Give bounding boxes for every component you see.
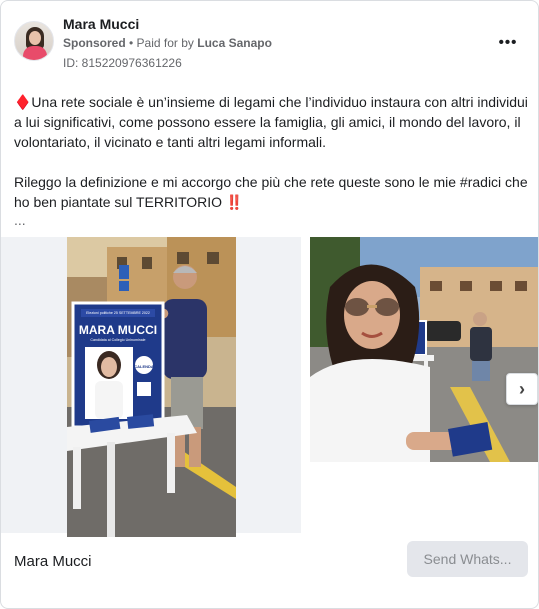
selfie-photo-illustration: [310, 237, 538, 462]
page-name[interactable]: Mara Mucci: [63, 16, 139, 32]
poster-photo-illustration: MARA MUCCI Elezioni politiche 25 SETTEMB…: [67, 237, 236, 537]
post-text: ♦️Una rete sociale è un’insieme di legam…: [14, 92, 530, 232]
carousel-photo-1[interactable]: MARA MUCCI Elezioni politiche 25 SETTEMB…: [67, 237, 236, 537]
send-whatsapp-button[interactable]: Send Whats...: [407, 541, 528, 577]
avatar-body: [23, 46, 47, 60]
poster-date-line: Elezioni politiche 25 SETTEMBRE 2022: [86, 311, 150, 315]
post-paragraph-1: ♦️Una rete sociale è un’insieme di legam…: [14, 94, 528, 150]
carousel-next-button[interactable]: ›: [506, 373, 538, 405]
payer-name: Luca Sanapo: [197, 36, 272, 50]
footer-page-name[interactable]: Mara Mucci: [14, 553, 92, 570]
more-options-button[interactable]: •••: [495, 29, 521, 55]
poster-candidate-name: MARA MUCCI: [79, 323, 157, 337]
carousel-photo-2[interactable]: [310, 237, 538, 462]
ad-id: ID: 815220976361226: [63, 56, 182, 70]
page-avatar[interactable]: [14, 21, 54, 61]
sponsored-line: Sponsored • Paid for by Luca Sanapo: [63, 36, 272, 50]
post-paragraph-2: Rileggo la definizione e mi accorgo che …: [14, 174, 528, 210]
ad-card: Mara Mucci Sponsored • Paid for by Luca …: [0, 0, 539, 609]
paid-for-by-label: • Paid for by: [125, 36, 198, 50]
sponsored-label: Sponsored: [63, 36, 126, 50]
poster-role-line: Candidata al Collegio Uninominale: [90, 338, 145, 342]
avatar-face: [29, 31, 41, 45]
media-carousel: MARA MUCCI Elezioni politiche 25 SETTEMB…: [1, 237, 538, 537]
poster-party-logo: CALENDA: [134, 364, 154, 369]
see-more-ellipsis[interactable]: ...: [14, 210, 26, 230]
